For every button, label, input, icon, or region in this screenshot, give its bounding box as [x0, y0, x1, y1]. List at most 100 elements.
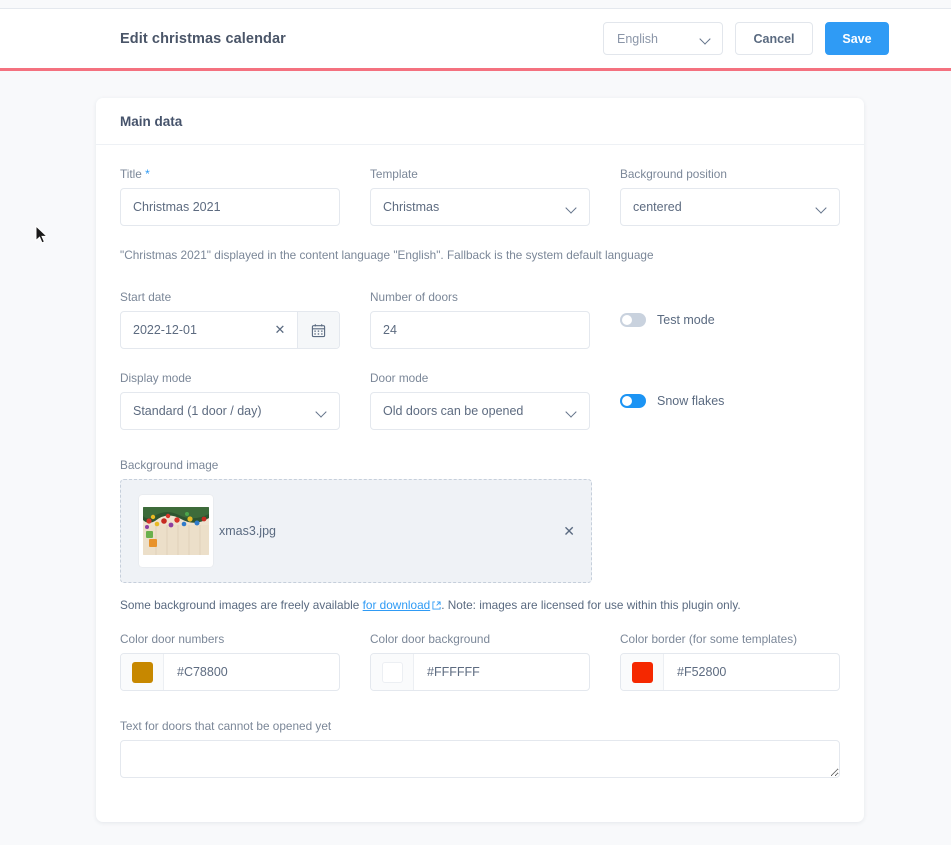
color-door-background-value: #FFFFFF [427, 665, 480, 679]
door-mode-select-value: Old doors can be opened [383, 404, 524, 418]
color-border-label: Color border (for some templates) [620, 632, 798, 646]
field-start-date: Start date 2022-12-01 ✕ [120, 290, 340, 349]
page-title: Edit christmas calendar [120, 30, 286, 47]
display-mode-select[interactable]: Standard (1 door / day) [120, 392, 340, 430]
app-header: Edit christmas calendar English Cancel S… [0, 8, 951, 68]
field-color-door-background: Color door background #FFFFFF [370, 632, 590, 691]
chevron-down-icon [567, 408, 578, 415]
field-closed-door-text: Text for doors that cannot be opened yet [120, 719, 840, 783]
background-position-select[interactable]: centered [620, 188, 840, 226]
field-background-image: Background image xmas3.jpg ✕ [120, 458, 840, 583]
christmas-garland-image [143, 507, 209, 555]
field-door-mode: Door mode Old doors can be opened [370, 371, 590, 430]
cancel-button[interactable]: Cancel [735, 22, 813, 55]
download-note-before: Some background images are freely availa… [120, 598, 363, 612]
calendar-picker-button[interactable] [297, 312, 339, 348]
closed-door-text-label: Text for doors that cannot be opened yet [120, 719, 332, 733]
background-image-label: Background image [120, 458, 219, 472]
background-position-label: Background position [620, 167, 727, 181]
toggle-knob [622, 314, 632, 325]
title-input[interactable]: Christmas 2021 [120, 188, 340, 226]
card-header: Main data [96, 98, 864, 145]
title-helper-text: "Christmas 2021" displayed in the conten… [120, 248, 654, 262]
field-number-of-doors: Number of doors 24 [370, 290, 590, 349]
header-actions: English Cancel Save [603, 22, 889, 55]
field-color-door-numbers: Color door numbers #C78800 [120, 632, 340, 691]
color-door-background-swatch-button[interactable] [371, 654, 414, 690]
field-background-position: Background position centered [620, 167, 840, 226]
thumbnail-image [143, 507, 209, 555]
snow-flakes-label: Snow flakes [657, 393, 725, 408]
main-data-card: Main data Title * Christmas 2021 Templat… [96, 98, 864, 822]
door-mode-select[interactable]: Old doors can be opened [370, 392, 590, 430]
color-door-numbers-swatch-button[interactable] [121, 654, 164, 690]
test-mode-label: Test mode [657, 312, 715, 327]
field-title: Title * Christmas 2021 [120, 167, 340, 226]
mouse-cursor [35, 224, 49, 245]
number-of-doors-input[interactable]: 24 [370, 311, 590, 349]
background-image-filename: xmas3.jpg [219, 524, 276, 538]
snow-flakes-toggle[interactable] [620, 393, 646, 408]
chevron-down-icon [817, 204, 828, 211]
chevron-down-icon [567, 204, 578, 211]
template-select[interactable]: Christmas [370, 188, 590, 226]
header-accent-bar [0, 68, 951, 71]
color-swatch [131, 661, 153, 683]
calendar-icon [311, 323, 326, 337]
number-of-doors-label: Number of doors [370, 290, 458, 304]
color-door-background-group: #FFFFFF [370, 653, 590, 691]
language-select[interactable]: English [603, 22, 723, 55]
save-button[interactable]: Save [825, 22, 889, 55]
form-row-1: Title * Christmas 2021 Template Christma… [120, 167, 840, 226]
chevron-down-icon [317, 408, 328, 415]
field-color-border: Color border (for some templates) #F5280… [620, 632, 840, 691]
chevron-down-icon [701, 35, 712, 42]
color-swatch [381, 661, 403, 683]
test-mode-toggle[interactable] [620, 312, 646, 327]
download-note: Some background images are freely availa… [120, 598, 840, 613]
start-date-value: 2022-12-01 [133, 323, 197, 337]
color-border-swatch-button[interactable] [621, 654, 664, 690]
test-mode-toggle-wrap[interactable]: Test mode [620, 290, 840, 328]
color-door-background-input[interactable]: #FFFFFF [414, 654, 589, 690]
background-image-dropzone[interactable]: xmas3.jpg ✕ [120, 479, 592, 583]
display-mode-select-value: Standard (1 door / day) [133, 404, 262, 418]
background-position-select-value: centered [633, 200, 682, 214]
door-mode-label: Door mode [370, 371, 429, 385]
card-body: Title * Christmas 2021 Template Christma… [96, 145, 864, 813]
field-template: Template Christmas [370, 167, 590, 226]
form-row-2: Start date 2022-12-01 ✕ Number of doors … [120, 290, 840, 349]
field-snow-flakes: Snow flakes [620, 371, 840, 430]
title-input-value: Christmas 2021 [133, 200, 221, 214]
start-date-label: Start date [120, 290, 172, 304]
for-download-link[interactable]: for download [363, 598, 431, 612]
card-title: Main data [120, 113, 183, 129]
title-label-text: Title [120, 167, 142, 181]
snow-flakes-toggle-wrap[interactable]: Snow flakes [620, 371, 840, 409]
number-of-doors-value: 24 [383, 323, 397, 337]
external-link-icon [432, 599, 441, 613]
remove-background-image-icon[interactable]: ✕ [563, 523, 575, 540]
display-mode-label: Display mode [120, 371, 192, 385]
form-row-3: Display mode Standard (1 door / day) Doo… [120, 371, 840, 430]
closed-door-text-input[interactable] [120, 740, 840, 778]
template-select-value: Christmas [383, 200, 440, 214]
title-label: Title * [120, 167, 340, 181]
download-note-after: . Note: images are licensed for use with… [441, 598, 741, 612]
required-marker: * [145, 167, 150, 181]
color-border-input[interactable]: #F52800 [664, 654, 839, 690]
language-select-value: English [617, 31, 658, 46]
start-date-input[interactable]: 2022-12-01 [121, 312, 263, 348]
toggle-knob [622, 395, 632, 406]
color-swatch [631, 661, 653, 683]
color-door-numbers-group: #C78800 [120, 653, 340, 691]
field-display-mode: Display mode Standard (1 door / day) [120, 371, 340, 430]
color-door-numbers-input[interactable]: #C78800 [164, 654, 339, 690]
template-label: Template [370, 167, 418, 181]
clear-date-icon[interactable]: ✕ [263, 312, 297, 348]
color-door-background-label: Color door background [370, 632, 491, 646]
color-door-numbers-value: #C78800 [177, 665, 228, 679]
background-image-thumbnail[interactable] [139, 495, 213, 567]
form-row-colors: Color door numbers #C78800 Color door ba… [120, 632, 840, 691]
color-door-numbers-label: Color door numbers [120, 632, 225, 646]
